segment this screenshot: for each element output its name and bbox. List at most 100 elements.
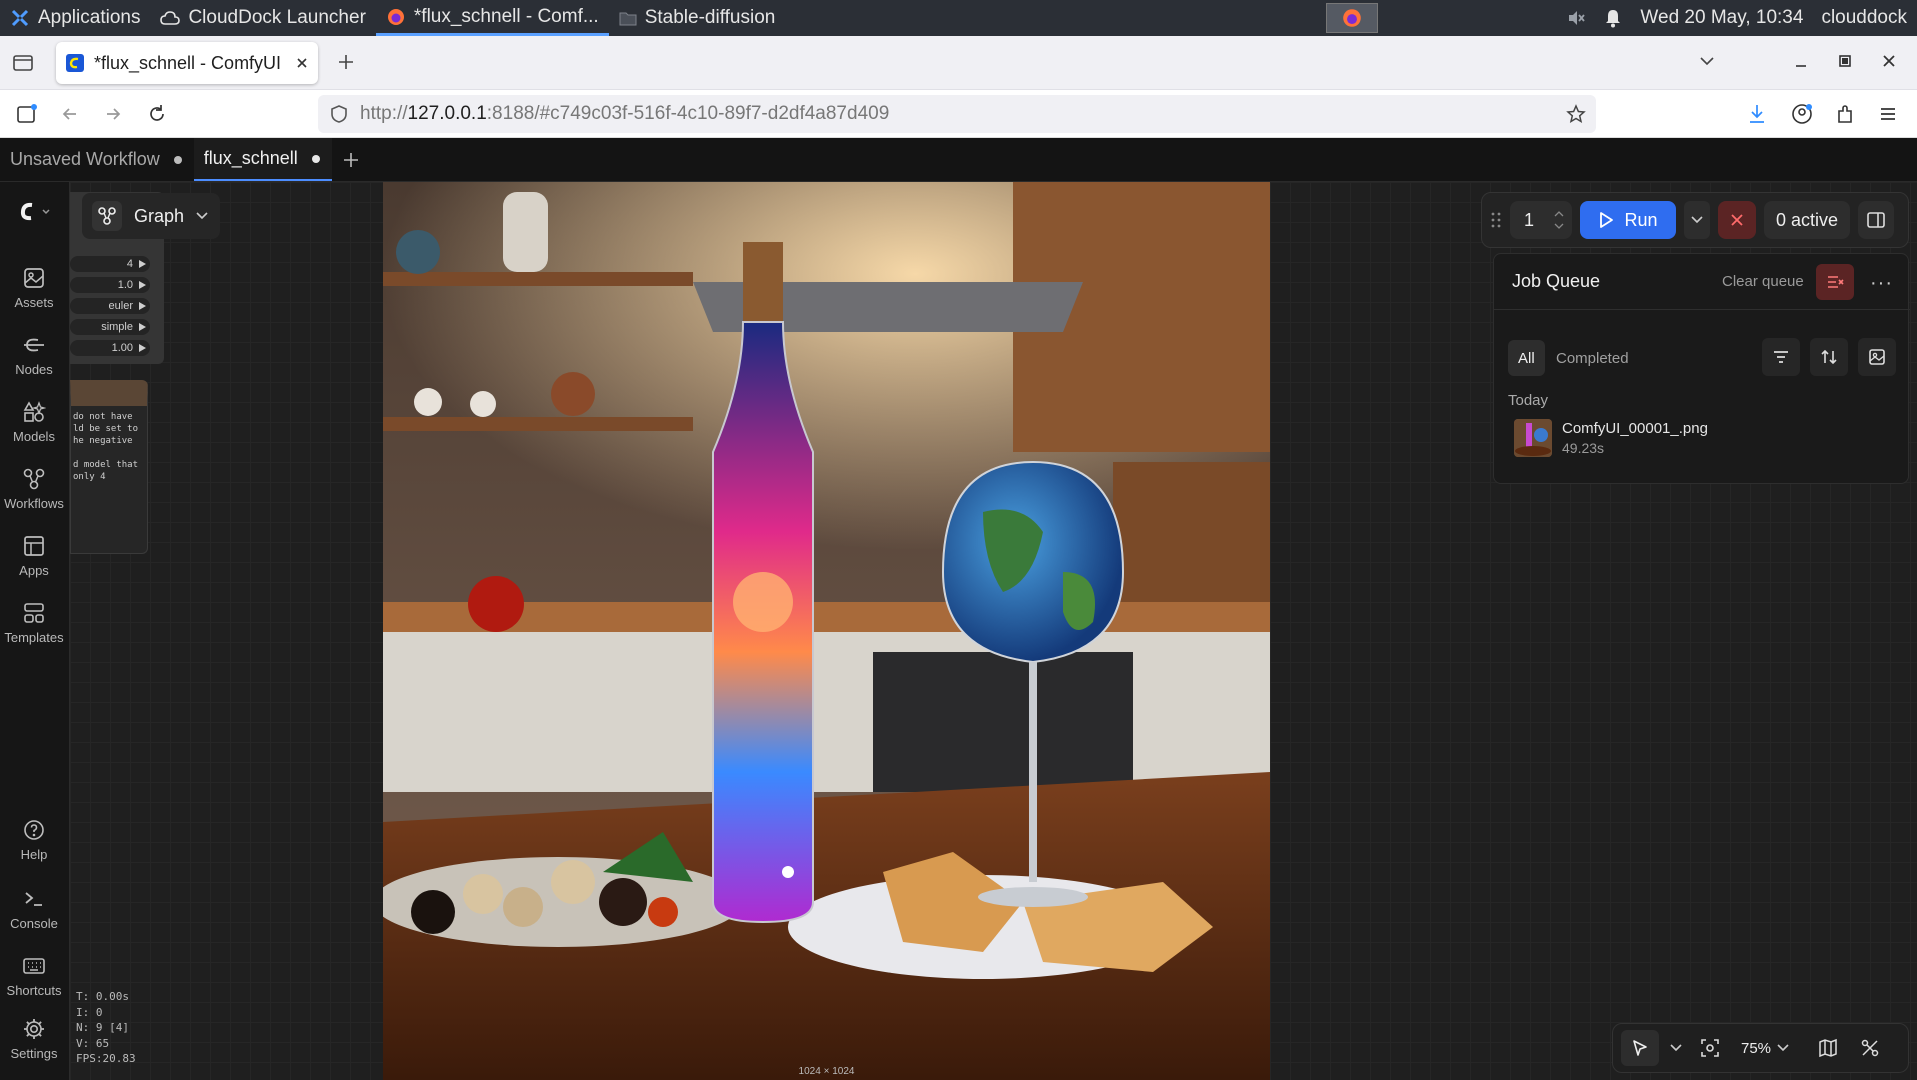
downloads-icon[interactable] [1747, 103, 1767, 125]
terminal-icon [25, 892, 42, 906]
graph-mode-toggle[interactable]: Graph [82, 193, 220, 239]
close-window-icon[interactable] [1882, 54, 1896, 68]
taskbar-label: CloudDock Launcher [188, 7, 366, 28]
extensions-icon[interactable] [1835, 103, 1855, 125]
stat-v: V: 65 [76, 1036, 110, 1050]
url-path: :8188/#c749c03f-516f-4c10-89f7-d2df4a87d… [486, 103, 890, 124]
node-widget-scheduler[interactable]: simple [70, 319, 150, 335]
bookmark-star-icon[interactable] [1566, 104, 1586, 124]
sidebar-item-help[interactable]: Help [0, 818, 68, 862]
forward-icon[interactable] [103, 104, 123, 124]
new-workflow-tab-button[interactable] [332, 138, 370, 181]
taskbar-item-stable-diffusion[interactable]: Stable-diffusion [609, 0, 786, 36]
volume-muted-icon[interactable] [1566, 8, 1586, 28]
note-node[interactable]: do not have ld be set to he negative d m… [70, 380, 148, 554]
node-widget-steps[interactable]: 4 [70, 256, 150, 272]
clear-queue-button[interactable] [1816, 264, 1854, 300]
sidebar-item-console[interactable]: Console [0, 887, 68, 931]
image-preview[interactable] [383, 182, 1270, 1080]
folder-icon [619, 12, 637, 26]
sidebar-item-models[interactable]: Models [0, 400, 68, 444]
toggle-links-button[interactable] [1853, 1030, 1887, 1066]
gallery-view-button[interactable] [1858, 338, 1896, 376]
filter-tab-all[interactable]: All [1508, 340, 1545, 376]
widget-increment-icon[interactable] [139, 302, 146, 310]
browser-tab-comfyui[interactable]: *flux_schnell - ComfyUI [56, 42, 318, 84]
widget-increment-icon[interactable] [139, 281, 146, 289]
node-widget-denoise[interactable]: 1.00 [70, 340, 150, 356]
widget-increment-icon[interactable] [139, 260, 146, 268]
new-tab-icon[interactable] [337, 53, 355, 71]
reload-icon[interactable] [146, 103, 168, 125]
sidebar-item-shortcuts[interactable]: Shortcuts [0, 954, 68, 998]
close-icon [1731, 214, 1743, 226]
mode-options-button[interactable] [1667, 1030, 1685, 1066]
widget-value: 1.00 [111, 342, 133, 354]
stat-fps: FPS:20.83 [76, 1052, 136, 1065]
filter-tab-label: All [1518, 349, 1535, 367]
back-icon[interactable] [60, 104, 80, 124]
drag-handle-icon[interactable] [1490, 210, 1502, 230]
workflow-tab-label: flux_schnell [203, 148, 298, 168]
stat-nodes: N: 9 [4] [76, 1021, 129, 1034]
sort-button[interactable] [1810, 338, 1848, 376]
active-jobs-badge[interactable]: 0 active [1764, 201, 1851, 239]
interrupt-button[interactable] [1718, 201, 1756, 239]
clock[interactable]: Wed 20 May, 10:34 [1640, 7, 1803, 29]
stepper-icon[interactable] [1554, 208, 1564, 232]
minimize-window-icon[interactable] [1794, 58, 1808, 68]
tab-overview-icon[interactable] [12, 52, 34, 72]
maximize-window-icon[interactable] [1838, 54, 1852, 68]
os-applications-menu[interactable]: Applications [0, 0, 150, 36]
unsaved-dot-icon [173, 155, 182, 164]
zoom-dropdown[interactable]: 75% [1735, 1030, 1795, 1066]
sidebar-item-label: Settings [10, 1046, 58, 1061]
job-queue-panel: Job Queue Clear queue ··· All Completed … [1493, 253, 1910, 484]
close-tab-icon[interactable] [296, 57, 308, 69]
node-widget-sampler[interactable]: euler [70, 298, 150, 314]
toggle-queue-panel-button[interactable] [1858, 201, 1895, 239]
sidebar-item-label: Nodes [15, 362, 53, 377]
minimap-toggle-button[interactable] [1811, 1030, 1845, 1066]
select-mode-button[interactable] [1621, 1030, 1659, 1066]
site-info-shield-icon[interactable] [330, 104, 348, 124]
bell-icon[interactable] [1604, 8, 1622, 28]
widget-increment-icon[interactable] [139, 323, 146, 331]
batch-count-input[interactable]: 1 [1510, 201, 1572, 239]
map-icon [1819, 1038, 1837, 1058]
run-options-button[interactable] [1684, 201, 1710, 239]
list-all-tabs-icon[interactable] [1699, 56, 1715, 66]
sort-icon [1821, 349, 1837, 365]
menu-hamburger-icon[interactable] [1878, 104, 1898, 124]
more-options-icon[interactable]: ··· [1870, 272, 1893, 295]
batch-count-value: 1 [1524, 209, 1535, 230]
filter-tab-completed[interactable]: Completed [1546, 340, 1639, 376]
filter-button[interactable] [1762, 338, 1800, 376]
workflow-tab-unsaved[interactable]: Unsaved Workflow [0, 138, 194, 181]
filter-tab-label: Completed [1556, 349, 1629, 367]
node-widget-cfg[interactable]: 1.0 [70, 277, 150, 293]
taskbar-item-clouddock[interactable]: CloudDock Launcher [150, 0, 375, 36]
run-button[interactable]: Run [1580, 201, 1676, 239]
job-item[interactable]: ComfyUI_00001_.png 49.23s [1514, 416, 1894, 464]
sidebar-item-templates[interactable]: Templates [0, 601, 68, 645]
panel-firefox-launcher[interactable] [1326, 3, 1378, 33]
sidebar-item-settings[interactable]: Settings [0, 1017, 68, 1061]
url-bar[interactable]: http://127.0.0.1:8188/#c749c03f-516f-4c1… [318, 95, 1596, 133]
sidebar-toggle-icon[interactable] [16, 103, 38, 125]
sidebar-item-label: Templates [4, 630, 64, 645]
user-menu[interactable]: clouddock [1821, 7, 1907, 29]
comfy-logo-menu[interactable] [0, 200, 68, 224]
sidebar-item-nodes[interactable]: Nodes [0, 333, 68, 377]
account-icon[interactable] [1791, 103, 1813, 125]
run-toolbar: 1 Run 0 active [1481, 192, 1909, 248]
taskbar-item-firefox[interactable]: *flux_schnell - Comf... [375, 0, 609, 36]
fit-view-button[interactable] [1693, 1030, 1727, 1066]
sidebar-item-workflows[interactable]: Workflows [0, 467, 68, 511]
chevron-down-icon [1670, 1044, 1682, 1052]
widget-increment-icon[interactable] [139, 344, 146, 352]
workflow-tab-flux-schnell[interactable]: flux_schnell [193, 138, 332, 181]
sidebar-item-apps[interactable]: Apps [0, 534, 68, 578]
taskbar-label: Stable-diffusion [644, 7, 776, 28]
sidebar-item-assets[interactable]: Assets [0, 266, 68, 310]
